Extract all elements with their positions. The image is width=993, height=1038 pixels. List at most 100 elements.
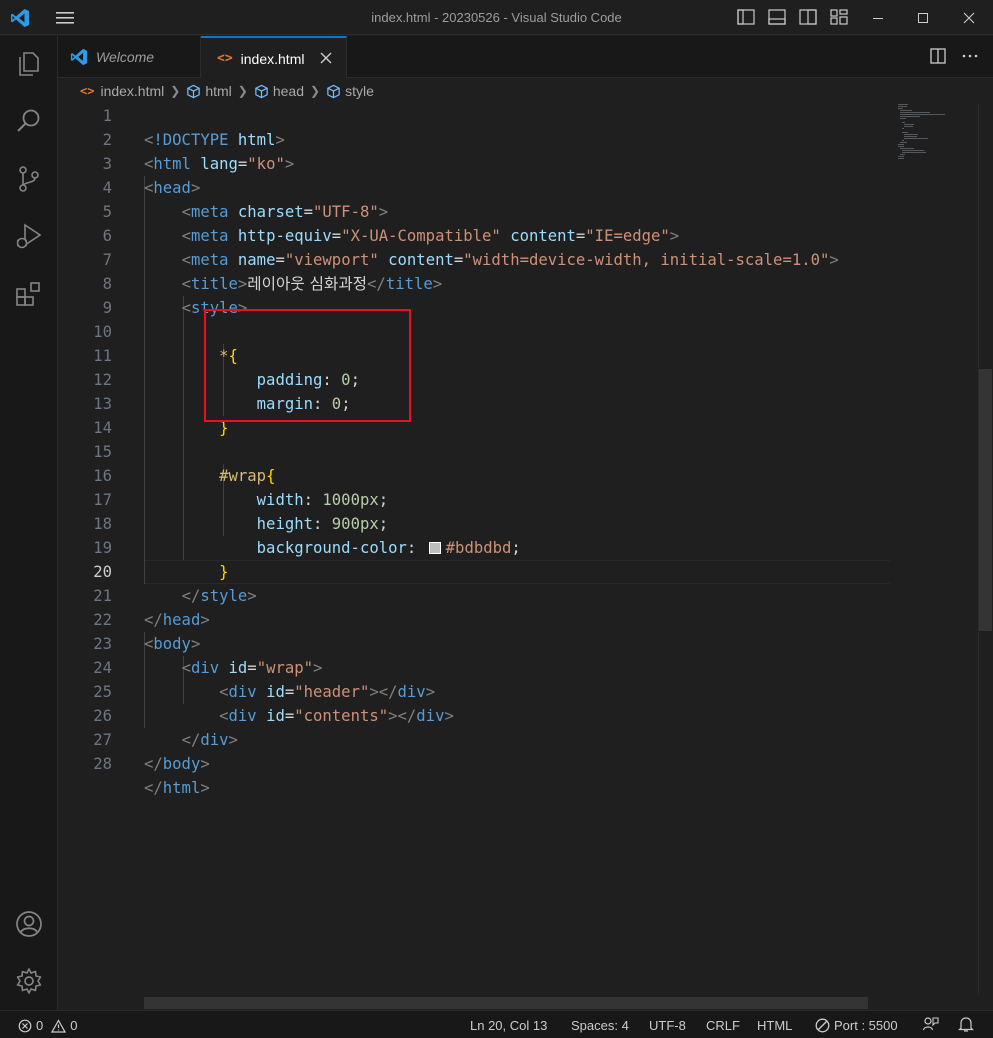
line-number: 11	[93, 347, 112, 365]
symbol-element-icon	[327, 84, 340, 98]
code-line: 14	[58, 416, 890, 440]
encoding-status[interactable]: UTF-8	[649, 1018, 686, 1033]
toggle-panel-icon[interactable]	[768, 9, 786, 25]
code-line: 19 }	[58, 536, 890, 581]
symbol-element-icon	[187, 84, 201, 98]
customize-layout-icon[interactable]	[830, 9, 848, 25]
code-token: html	[162, 779, 201, 797]
line-number: 17	[93, 491, 112, 509]
vertical-scrollbar[interactable]	[979, 369, 992, 631]
code-line: 11 padding: 0;	[58, 344, 890, 389]
line-number: 14	[93, 419, 112, 437]
code-line: 25 <div id="contents"></div>	[58, 680, 890, 725]
line-number: 22	[93, 611, 112, 629]
line-number: 23	[93, 635, 112, 653]
minimize-button[interactable]	[855, 0, 901, 35]
breadcrumb-item-file[interactable]: <> index.html	[80, 83, 164, 99]
eol-status[interactable]: CRLF	[706, 1018, 740, 1033]
close-icon	[963, 12, 975, 23]
title-bar: index.html - 20230526 - Visual Studio Co…	[0, 0, 993, 35]
line-number: 3	[102, 155, 112, 173]
chevron-right-icon: ❯	[237, 84, 248, 98]
line-number: 10	[93, 323, 112, 341]
code-text: </html>	[144, 779, 210, 797]
explorer-icon[interactable]	[13, 48, 45, 80]
tab-index-html[interactable]: <> index.html	[201, 36, 347, 79]
settings-gear-icon[interactable]	[13, 965, 45, 997]
toggle-primary-sidebar-icon[interactable]	[737, 9, 755, 25]
code-line: 23 <div id="wrap">	[58, 632, 890, 677]
status-bar: 0 0 Ln 20, Col 13 Spaces: 4 UTF-8 CRLF H…	[0, 1010, 993, 1038]
line-number: 20	[93, 563, 112, 581]
warning-icon	[51, 1018, 67, 1033]
html-file-icon: <>	[80, 84, 95, 98]
activity-bar	[0, 36, 58, 1010]
source-control-icon[interactable]	[13, 163, 45, 195]
accounts-icon[interactable]	[13, 908, 45, 940]
toggle-secondary-sidebar-icon[interactable]	[799, 9, 817, 25]
breadcrumb-item-style[interactable]: style	[326, 83, 374, 99]
line-number: 18	[93, 515, 112, 533]
tab-label: Welcome	[96, 49, 155, 65]
close-window-button[interactable]	[946, 0, 992, 35]
chevron-right-icon: ❯	[310, 84, 321, 98]
code-line: 2 <html lang="ko">	[58, 128, 890, 173]
line-number: 26	[93, 707, 112, 725]
more-actions-icon[interactable]	[961, 47, 979, 65]
horizontal-scrollbar[interactable]	[144, 997, 868, 1009]
code-line: 17 height: 900px;	[58, 488, 890, 533]
line-number: 21	[93, 587, 112, 605]
problems-indicator[interactable]: 0 0	[18, 1018, 77, 1033]
port-label: Port : 5500	[834, 1018, 898, 1033]
line-number: 6	[102, 227, 112, 245]
search-icon[interactable]	[13, 105, 45, 137]
live-server-stop-icon	[815, 1018, 830, 1033]
run-debug-icon[interactable]	[13, 220, 45, 252]
breadcrumb-label: head	[272, 83, 304, 99]
line-number: 24	[93, 659, 112, 677]
breadcrumb-label: html	[205, 83, 232, 99]
line-number: 9	[102, 299, 112, 317]
line-number: 7	[102, 251, 112, 269]
close-tab-icon[interactable]	[318, 50, 334, 66]
cursor-position[interactable]: Ln 20, Col 13	[470, 1018, 547, 1033]
language-mode[interactable]: HTML	[757, 1018, 792, 1033]
line-number: 12	[93, 371, 112, 389]
code-line: 24 <div id="header"></div>	[58, 656, 890, 701]
code-editor[interactable]: 1 <!DOCTYPE html> 2 <html lang="ko"> 3 <…	[58, 104, 993, 1010]
code-line: 26 </div>	[58, 704, 890, 749]
breadcrumb-item-head[interactable]: head	[254, 83, 304, 99]
breadcrumb-item-html[interactable]: html	[186, 83, 232, 99]
code-line: 13 }	[58, 392, 890, 437]
breadcrumb-label: style	[345, 83, 374, 99]
extensions-icon[interactable]	[13, 278, 45, 310]
code-line: 15 #wrap{	[58, 440, 890, 485]
code-line: 16 width: 1000px;	[58, 464, 890, 509]
editor-actions	[929, 47, 979, 65]
vscode-logo-icon	[70, 48, 88, 66]
split-editor-icon[interactable]	[929, 47, 947, 65]
error-icon	[18, 1019, 32, 1032]
feedback-icon[interactable]	[922, 1016, 939, 1033]
line-number: 19	[93, 539, 112, 557]
indentation-status[interactable]: Spaces: 4	[571, 1018, 629, 1033]
html-file-icon: <>	[217, 51, 233, 66]
line-number: 8	[102, 275, 112, 293]
line-number: 25	[93, 683, 112, 701]
code-line: 3 <head>	[58, 152, 890, 197]
code-line: 20 </style>	[58, 560, 890, 605]
code-line: 8 <style>	[58, 272, 890, 317]
code-line: 6 <meta name="viewport" content="width=d…	[58, 224, 890, 269]
line-number: 2	[102, 131, 112, 149]
code-line: 4 <meta charset="UTF-8">	[58, 176, 890, 221]
tab-welcome[interactable]: Welcome	[58, 36, 201, 78]
chevron-right-icon: ❯	[170, 84, 181, 98]
notifications-bell-icon[interactable]	[958, 1016, 974, 1033]
maximize-button[interactable]	[900, 0, 946, 35]
live-server-status[interactable]: Port : 5500	[815, 1018, 898, 1033]
annotation-highlight-box	[204, 309, 411, 422]
code-line: 9	[58, 296, 890, 320]
code-line: 27 </body>	[58, 728, 890, 773]
error-count: 0	[36, 1018, 44, 1033]
minimap[interactable]	[898, 104, 958, 164]
